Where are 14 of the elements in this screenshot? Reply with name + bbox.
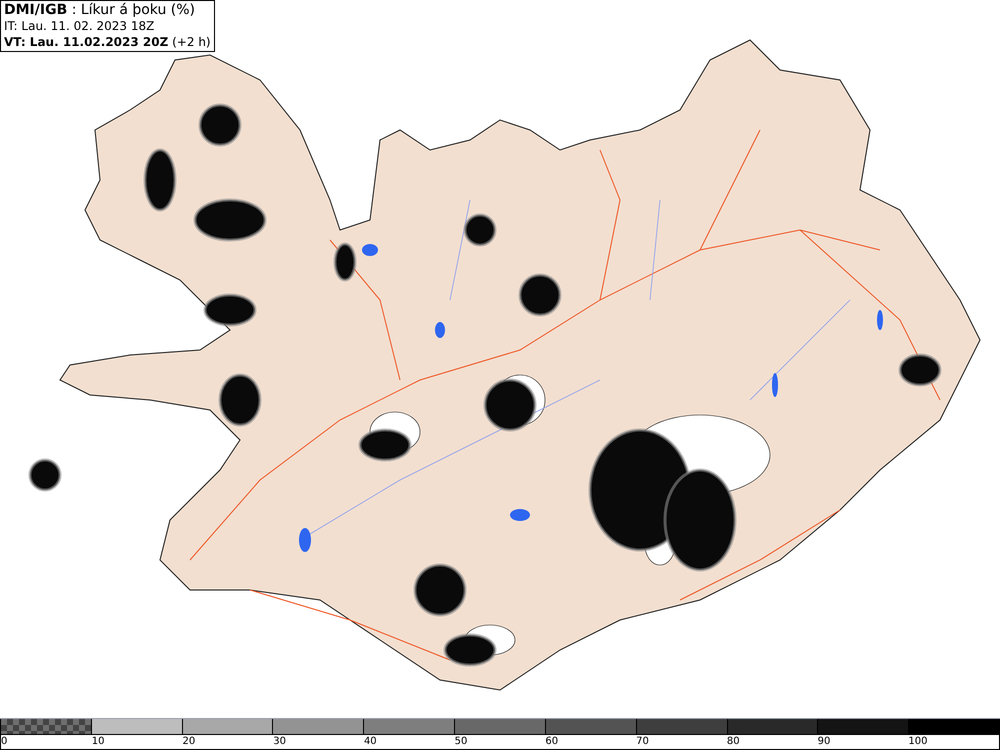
legend-label: 90 (818, 735, 830, 748)
legend-label: 50 (454, 735, 468, 748)
legend-label: 100 (908, 735, 928, 748)
legend-label: 80 (726, 735, 740, 748)
legend-label: 20 (182, 735, 196, 748)
legend-label: 0 (1, 735, 8, 748)
legend-label: 30 (273, 735, 286, 748)
title-line: DMI/IGB : Líkur á þoku (%) (4, 2, 196, 18)
legend-label: 10 (92, 735, 104, 748)
legend-label: 60 (545, 735, 558, 748)
title-line: VT: Lau. 11.02.2023 20Z (+2 h) (4, 34, 211, 50)
legend-label: 70 (636, 735, 649, 748)
title-line: IT: Lau. 11. 02. 2023 18Z (4, 18, 156, 34)
legend-label: 40 (364, 735, 377, 748)
